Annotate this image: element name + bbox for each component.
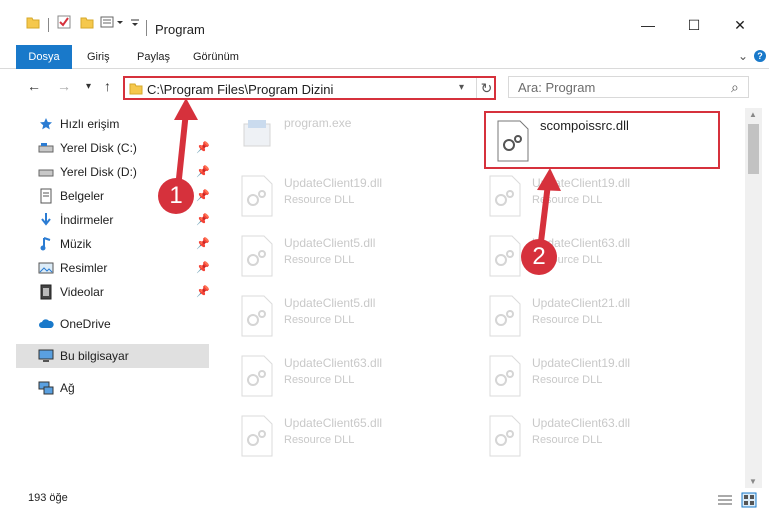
status-bar: 193 öğe — [0, 488, 769, 518]
item-count: 193 öğe — [28, 492, 68, 504]
arrow-2-head — [537, 168, 561, 191]
annotation-overlay — [174, 98, 561, 251]
step-badge-2: 2 — [521, 239, 557, 275]
large-icons-view-icon[interactable] — [741, 492, 757, 511]
arrow-1-head — [174, 98, 198, 120]
step-badge-1: 1 — [158, 178, 194, 214]
details-view-icon[interactable] — [717, 494, 733, 509]
arrow-1 — [175, 111, 189, 189]
